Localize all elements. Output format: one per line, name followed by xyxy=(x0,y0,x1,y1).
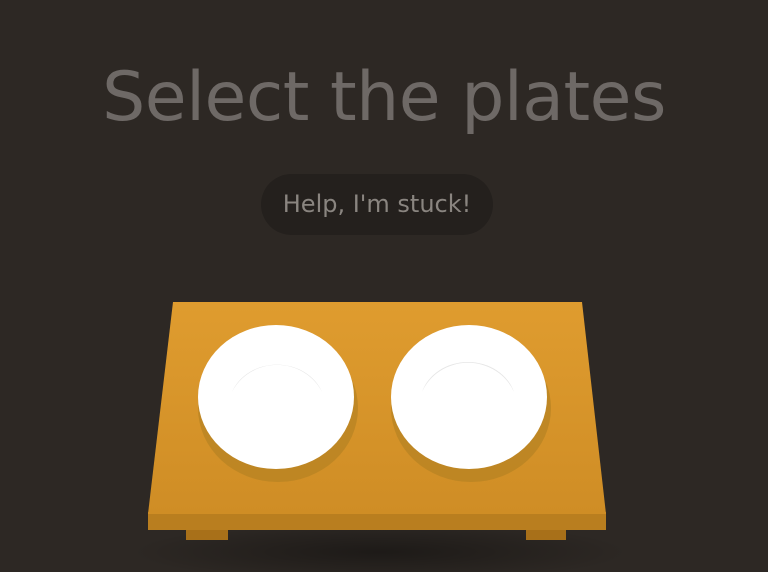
plate-left-rim xyxy=(198,325,354,469)
table-svg xyxy=(130,302,630,572)
table-front-edge xyxy=(148,512,606,530)
table-scene xyxy=(0,0,768,572)
plate-right-rim xyxy=(391,325,547,469)
